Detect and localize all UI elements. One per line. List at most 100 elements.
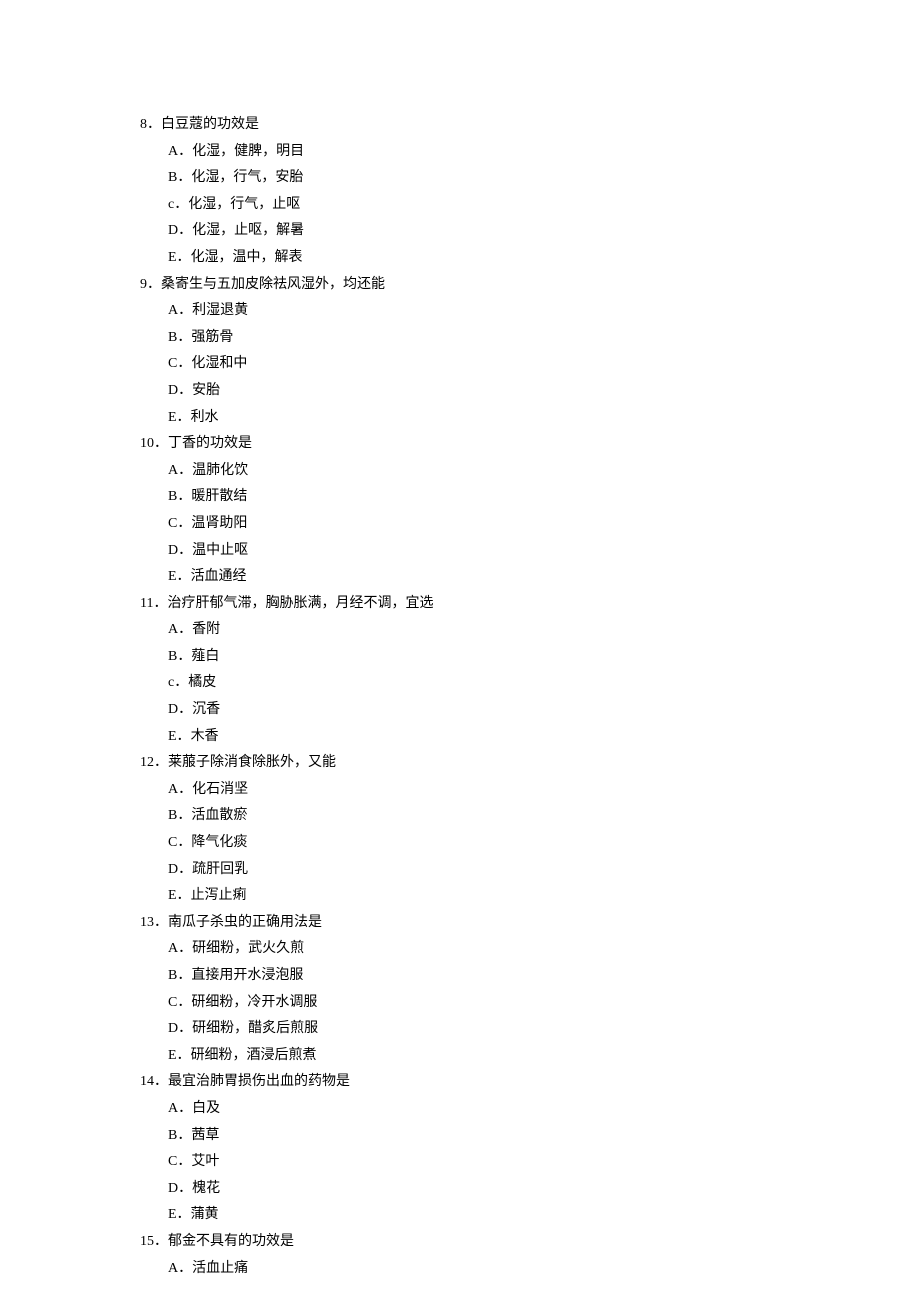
option: A．活血止痛 xyxy=(140,1256,760,1283)
option-label: D． xyxy=(168,543,192,558)
option-text: 温中止呕 xyxy=(192,543,248,558)
question: 11．治疗肝郁气滞，胸胁胀满，月经不调，宜选A．香附B．薤白c．橘皮D．沉香E．… xyxy=(140,591,760,751)
option-text: 化湿和中 xyxy=(191,356,247,371)
option: C．艾叶 xyxy=(140,1149,760,1176)
option-label: B． xyxy=(168,649,191,664)
question-number: 9． xyxy=(140,277,161,292)
option: c．化湿，行气，止呕 xyxy=(140,192,760,219)
option-label: A． xyxy=(168,622,192,637)
option: A．研细粉，武火久煎 xyxy=(140,936,760,963)
question-text: 15．郁金不具有的功效是 xyxy=(140,1229,760,1256)
option-text: 化石消坚 xyxy=(192,782,248,797)
option-text: 白及 xyxy=(192,1101,220,1116)
option-label: B． xyxy=(168,1128,191,1143)
option-text: 利湿退黄 xyxy=(192,303,248,318)
option-text: 温肾助阳 xyxy=(191,516,247,531)
option: D．研细粉，醋炙后煎服 xyxy=(140,1016,760,1043)
question-number: 10． xyxy=(140,436,168,451)
option: E．木香 xyxy=(140,724,760,751)
option: A．利湿退黄 xyxy=(140,298,760,325)
question-text: 12．莱菔子除消食除胀外，又能 xyxy=(140,750,760,777)
option: A．化湿，健脾，明目 xyxy=(140,139,760,166)
option-label: C． xyxy=(168,835,191,850)
option-label: E． xyxy=(168,1048,191,1063)
question-text: 9．桑寄生与五加皮除祛风湿外，均还能 xyxy=(140,272,760,299)
option-text: 化湿，温中，解表 xyxy=(191,250,303,265)
question-stem: 最宜治肺胃损伤出血的药物是 xyxy=(168,1074,350,1089)
question: 10．丁香的功效是A．温肺化饮B．暖肝散结C．温肾助阳D．温中止呕E．活血通经 xyxy=(140,431,760,591)
option-label: A． xyxy=(168,1261,192,1276)
option: E．活血通经 xyxy=(140,564,760,591)
question: 12．莱菔子除消食除胀外，又能A．化石消坚B．活血散瘀C．降气化痰D．疏肝回乳E… xyxy=(140,750,760,910)
option-text: 研细粉，冷开水调服 xyxy=(191,995,317,1010)
question-text: 13．南瓜子杀虫的正确用法是 xyxy=(140,910,760,937)
option-text: 疏肝回乳 xyxy=(192,862,248,877)
option: C．温肾助阳 xyxy=(140,511,760,538)
option-text: 暖肝散结 xyxy=(191,489,247,504)
option-label: B． xyxy=(168,170,191,185)
option-text: 茜草 xyxy=(191,1128,219,1143)
option: c．橘皮 xyxy=(140,670,760,697)
option: E．研细粉，酒浸后煎煮 xyxy=(140,1043,760,1070)
option-text: 薤白 xyxy=(191,649,219,664)
option-label: c． xyxy=(168,675,188,690)
question-stem: 莱菔子除消食除胀外，又能 xyxy=(168,755,336,770)
option-text: 槐花 xyxy=(192,1181,220,1196)
option-text: 研细粉，酒浸后煎煮 xyxy=(191,1048,317,1063)
question-text: 8．白豆蔻的功效是 xyxy=(140,112,760,139)
question: 13．南瓜子杀虫的正确用法是A．研细粉，武火久煎B．直接用开水浸泡服C．研细粉，… xyxy=(140,910,760,1070)
option-text: 研细粉，醋炙后煎服 xyxy=(192,1021,318,1036)
option-label: B． xyxy=(168,968,191,983)
option-text: 蒲黄 xyxy=(191,1207,219,1222)
option-label: E． xyxy=(168,888,191,903)
option-text: 化湿，行气，安胎 xyxy=(191,170,303,185)
option: B．暖肝散结 xyxy=(140,484,760,511)
option-text: 活血止痛 xyxy=(192,1261,248,1276)
option-label: D． xyxy=(168,702,192,717)
option: D．安胎 xyxy=(140,378,760,405)
option-label: A． xyxy=(168,144,192,159)
option-text: 止泻止痢 xyxy=(191,888,247,903)
option-text: 安胎 xyxy=(192,383,220,398)
option-text: 艾叶 xyxy=(191,1154,219,1169)
option: E．止泻止痢 xyxy=(140,883,760,910)
question: 15．郁金不具有的功效是A．活血止痛 xyxy=(140,1229,760,1282)
question-stem: 治疗肝郁气滞，胸胁胀满，月经不调，宜选 xyxy=(167,596,433,611)
option-label: A． xyxy=(168,463,192,478)
option-text: 橘皮 xyxy=(188,675,216,690)
option: D．槐花 xyxy=(140,1176,760,1203)
option: E．化湿，温中，解表 xyxy=(140,245,760,272)
option: D．疏肝回乳 xyxy=(140,857,760,884)
option-label: B． xyxy=(168,489,191,504)
option: B．直接用开水浸泡服 xyxy=(140,963,760,990)
question-number: 14． xyxy=(140,1074,168,1089)
option-text: 香附 xyxy=(192,622,220,637)
option-label: E． xyxy=(168,729,191,744)
option: D．沉香 xyxy=(140,697,760,724)
question-stem: 白豆蔻的功效是 xyxy=(161,117,259,132)
option: C．降气化痰 xyxy=(140,830,760,857)
option: A．香附 xyxy=(140,617,760,644)
option-label: B． xyxy=(168,330,191,345)
option-label: D． xyxy=(168,862,192,877)
option-text: 活血散瘀 xyxy=(191,808,247,823)
question: 8．白豆蔻的功效是A．化湿，健脾，明目B．化湿，行气，安胎c．化湿，行气，止呕D… xyxy=(140,112,760,272)
option-label: A． xyxy=(168,1101,192,1116)
option-label: C． xyxy=(168,995,191,1010)
question-text: 11．治疗肝郁气滞，胸胁胀满，月经不调，宜选 xyxy=(140,591,760,618)
question-stem: 南瓜子杀虫的正确用法是 xyxy=(168,915,322,930)
option-text: 温肺化饮 xyxy=(192,463,248,478)
option-text: 活血通经 xyxy=(191,569,247,584)
option: E．蒲黄 xyxy=(140,1202,760,1229)
option-text: 强筋骨 xyxy=(191,330,233,345)
question-number: 12． xyxy=(140,755,168,770)
option-label: A． xyxy=(168,303,192,318)
option: B．茜草 xyxy=(140,1123,760,1150)
option: B．强筋骨 xyxy=(140,325,760,352)
option: C．研细粉，冷开水调服 xyxy=(140,990,760,1017)
option-text: 化湿，行气，止呕 xyxy=(188,197,300,212)
option-text: 沉香 xyxy=(192,702,220,717)
option-label: E． xyxy=(168,1207,191,1222)
document-page: 8．白豆蔻的功效是A．化湿，健脾，明目B．化湿，行气，安胎c．化湿，行气，止呕D… xyxy=(0,0,760,1282)
question-stem: 桑寄生与五加皮除祛风湿外，均还能 xyxy=(161,277,385,292)
